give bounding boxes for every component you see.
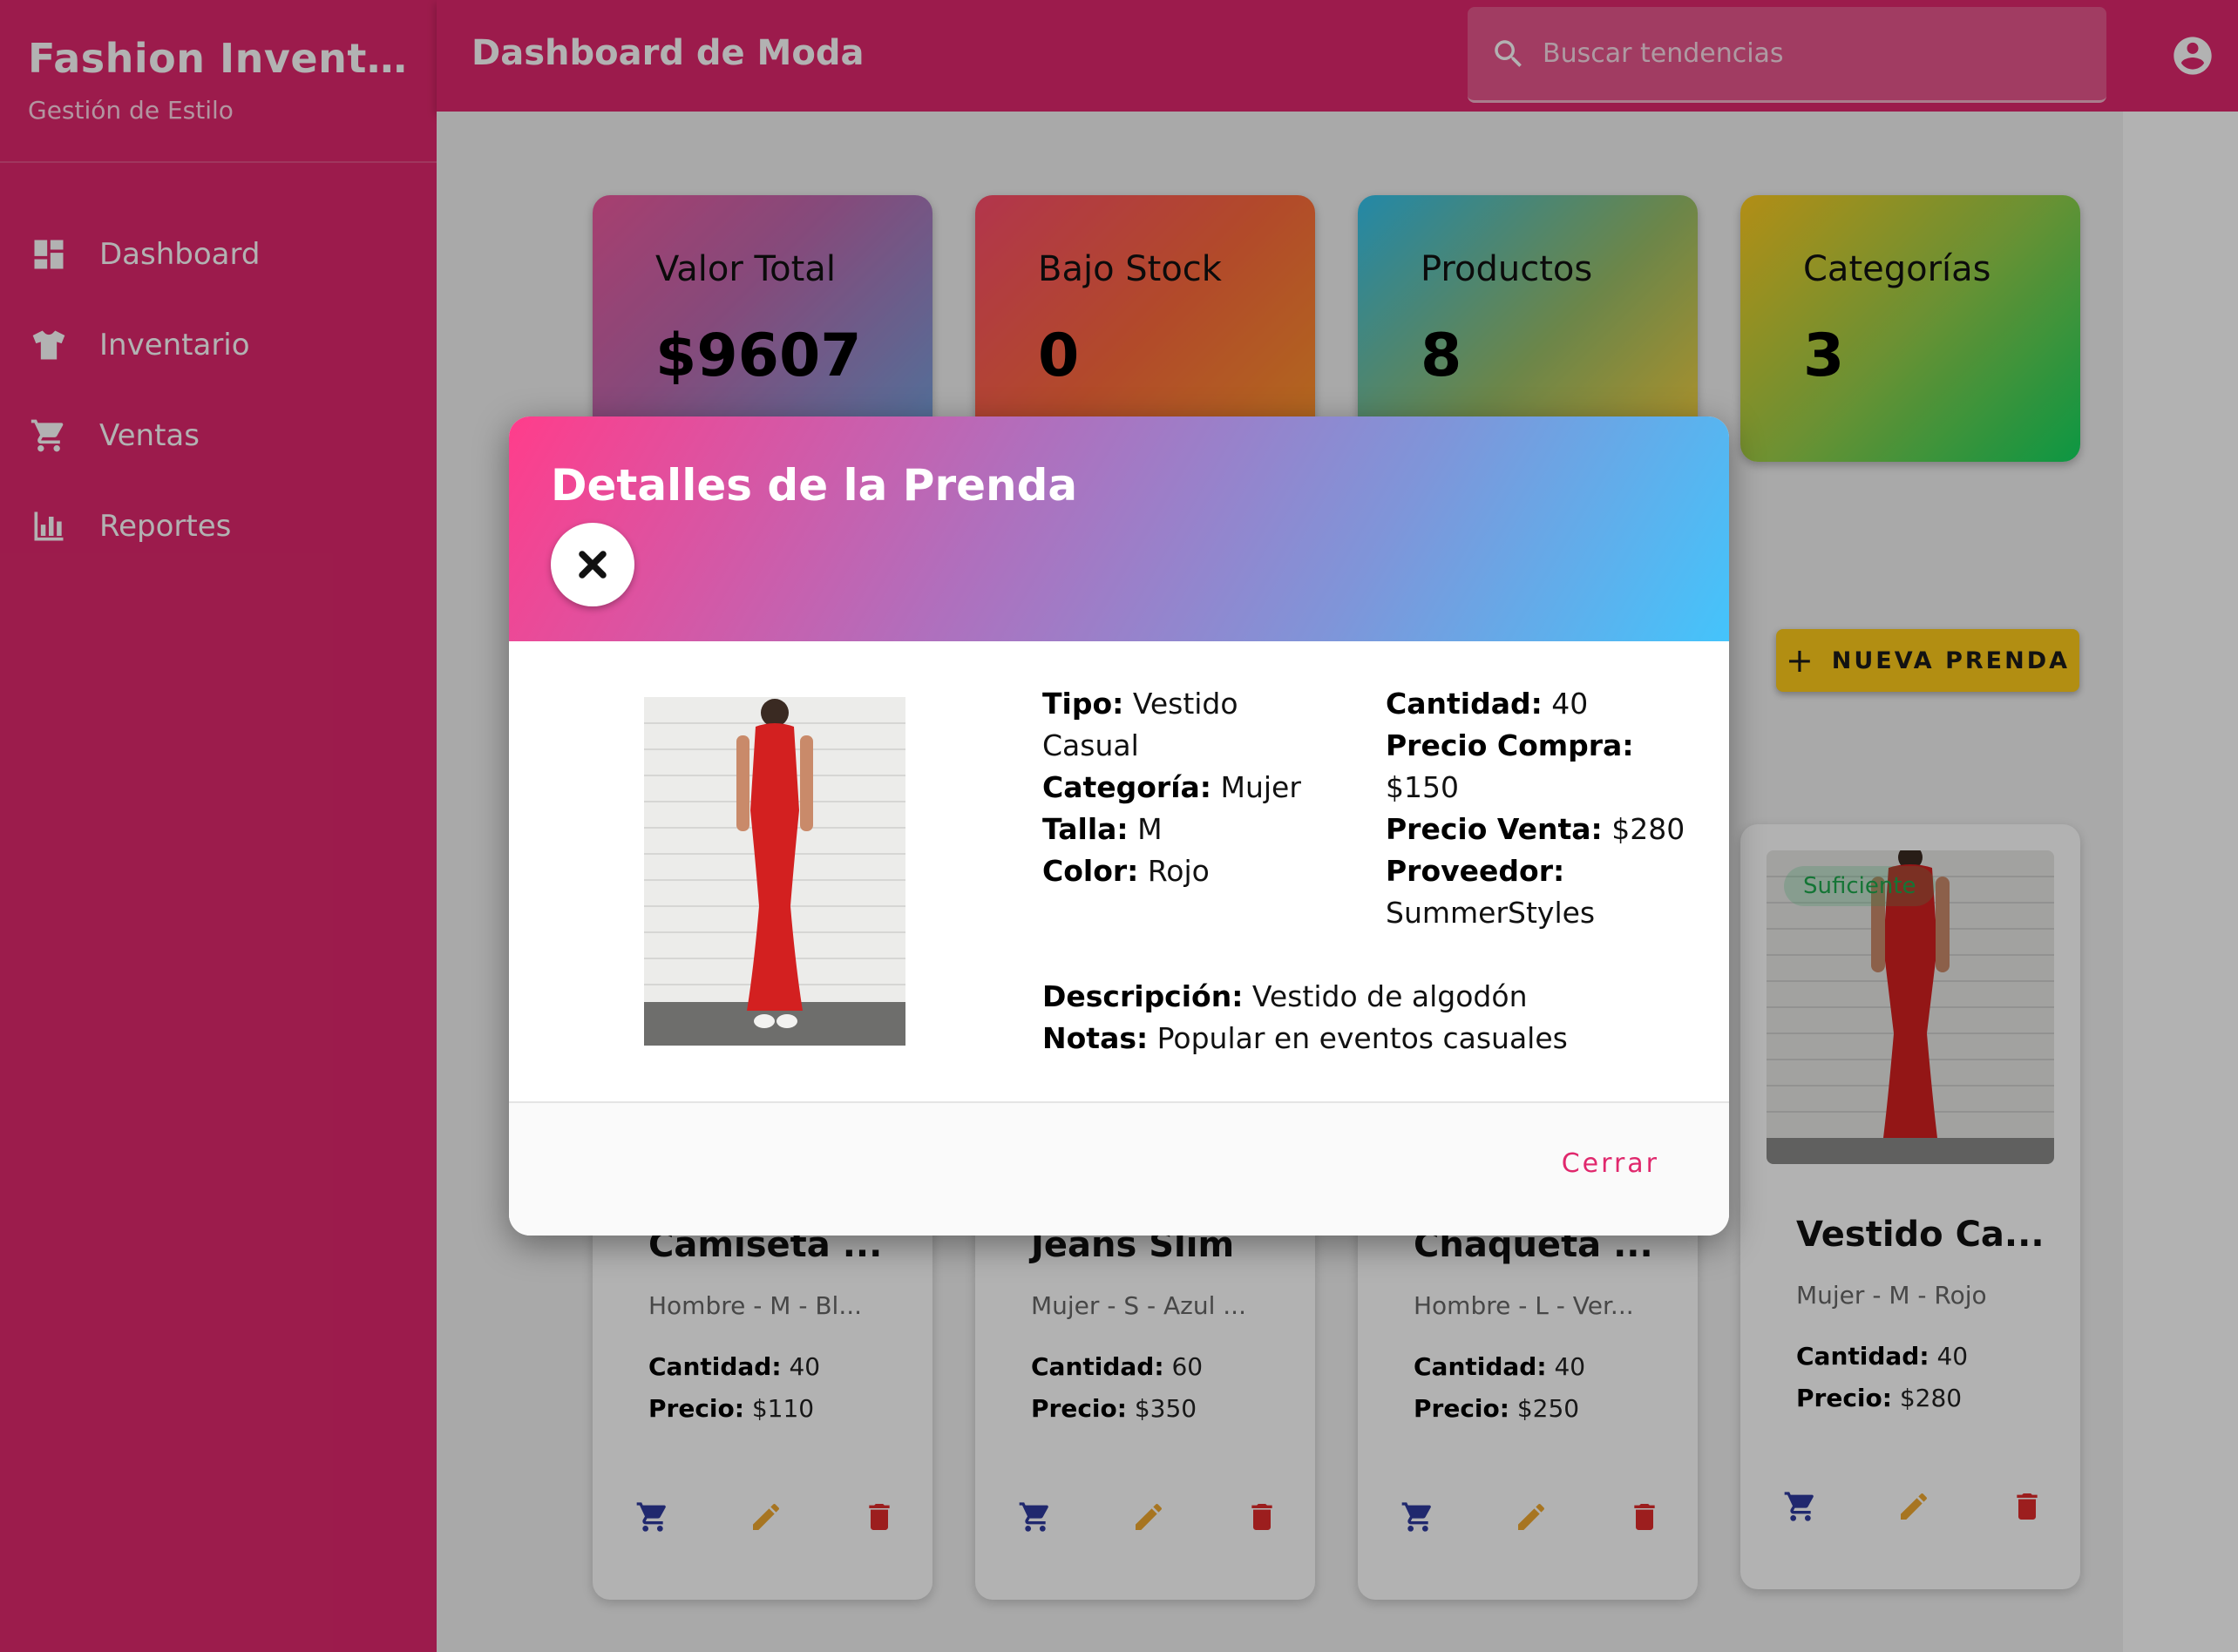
details-left-column: Tipo: Vestido Casual Categoría: Mujer Ta… bbox=[1042, 683, 1339, 892]
dialog-footer: Cerrar bbox=[509, 1101, 1729, 1236]
detail-color: Color: Rojo bbox=[1042, 854, 1210, 888]
detail-tipo: Tipo: Vestido Casual bbox=[1042, 687, 1238, 762]
detail-cantidad: Cantidad: 40 bbox=[1386, 687, 1589, 721]
detail-descripcion: Descripción: Vestido de algodón bbox=[1042, 979, 1528, 1013]
details-description: Descripción: Vestido de algodón Notas: P… bbox=[1042, 976, 1705, 1060]
red-dress-photo bbox=[644, 697, 905, 1046]
detail-notas: Notas: Popular en eventos casuales bbox=[1042, 1021, 1568, 1055]
details-right-column: Cantidad: 40 Precio Compra: $150 Precio … bbox=[1386, 683, 1699, 934]
dialog-header: Detalles de la Prenda bbox=[509, 416, 1729, 641]
detail-proveedor: Proveedor: SummerStyles bbox=[1386, 854, 1596, 930]
details-dialog: Detalles de la Prenda Tipo: Vestido Casu… bbox=[509, 416, 1729, 1236]
product-image bbox=[644, 697, 905, 1046]
close-icon bbox=[579, 551, 607, 579]
detail-precio-venta: Precio Venta: $280 bbox=[1386, 812, 1685, 846]
close-text-button[interactable]: Cerrar bbox=[1562, 1148, 1659, 1179]
dialog-title: Detalles de la Prenda bbox=[551, 460, 1078, 511]
detail-talla: Talla: M bbox=[1042, 812, 1163, 846]
close-button[interactable] bbox=[551, 523, 634, 606]
detail-categoria: Categoría: Mujer bbox=[1042, 770, 1301, 804]
detail-precio-compra: Precio Compra: $150 bbox=[1386, 728, 1634, 804]
